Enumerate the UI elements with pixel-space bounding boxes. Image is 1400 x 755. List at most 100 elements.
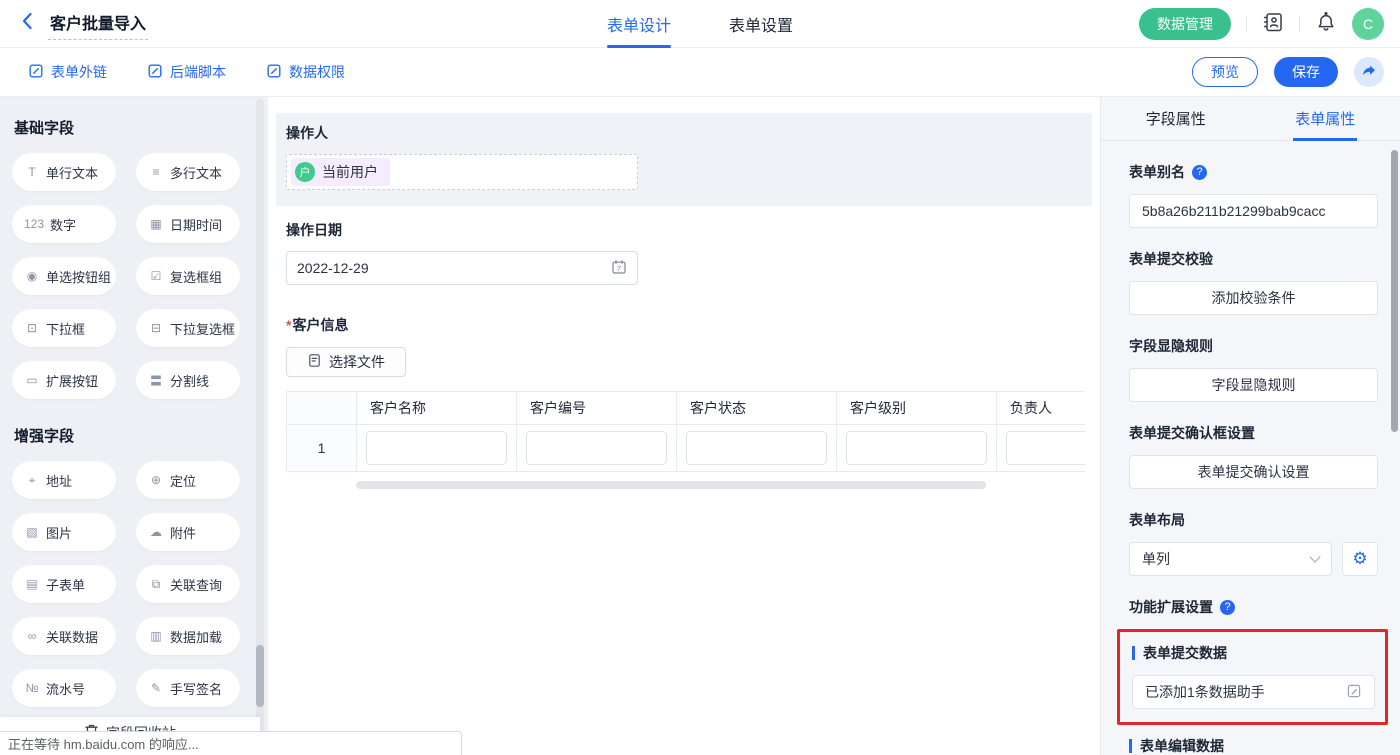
browser-status-tooltip: 正在等待 hm.baidu.com 的响应... xyxy=(0,731,462,755)
field-type-icon: ☑ xyxy=(148,269,164,283)
choose-file-button[interactable]: 选择文件 xyxy=(286,347,406,377)
field-type-button[interactable]: ◉ 单选按钮组 xyxy=(12,257,116,295)
submit-data-input[interactable]: 已添加1条数据助手 xyxy=(1132,675,1375,709)
sidebar-section-grid: ⌖ 地址 ⊕ 定位 ▧ xyxy=(0,461,268,713)
toolbar-link[interactable]: 表单外链 xyxy=(28,62,107,82)
table-horizontal-scrollbar[interactable] xyxy=(356,481,986,489)
sidebar-sections: 基础字段 T 单行文本 ≡ 多行文本 xyxy=(0,117,268,755)
field-type-label: 日期时间 xyxy=(170,215,222,234)
extension-label-row: 功能扩展设置 xyxy=(1129,597,1378,617)
top-header: 客户批量导入 表单设计 表单设置 数据管理 xyxy=(0,0,1400,48)
help-icon[interactable] xyxy=(1192,165,1207,180)
save-button[interactable]: 保存 xyxy=(1274,57,1338,87)
field-type-icon: T xyxy=(24,165,40,179)
main-area: 基础字段 T 单行文本 ≡ 多行文本 xyxy=(0,97,1400,755)
divider xyxy=(1246,16,1247,32)
alias-label: 表单别名 xyxy=(1129,162,1185,182)
date-input[interactable]: 2022-12-29 7 xyxy=(286,251,638,285)
toolbar-link-icon xyxy=(266,63,282,82)
field-type-button[interactable]: T 单行文本 xyxy=(12,153,116,191)
notification-button[interactable] xyxy=(1315,11,1337,36)
field-type-button[interactable]: 〓 分割线 xyxy=(136,361,240,399)
contact-book-button[interactable] xyxy=(1262,11,1284,36)
panel-tab[interactable]: 字段属性 xyxy=(1101,97,1251,140)
sidebar-section: 增强字段 ⌖ 地址 ⊕ 定位 xyxy=(0,425,268,713)
field-type-button[interactable]: ⊡ 下拉框 xyxy=(12,309,116,347)
cell-text-input[interactable] xyxy=(686,431,827,465)
panel-tab[interactable]: 表单属性 xyxy=(1251,97,1400,140)
field-type-button[interactable]: ☁ 附件 xyxy=(136,513,240,551)
main-tab[interactable]: 表单设计 xyxy=(607,0,671,48)
field-type-button[interactable]: ▭ 扩展按钮 xyxy=(12,361,116,399)
cell-text-input[interactable] xyxy=(846,431,987,465)
field-op-date[interactable]: 操作日期 2022-12-29 7 xyxy=(276,210,1092,301)
data-cell xyxy=(357,425,517,472)
field-type-icon: ⊡ xyxy=(24,321,40,335)
field-type-button[interactable]: ⌖ 地址 xyxy=(12,461,116,499)
bell-icon xyxy=(1315,11,1337,36)
field-type-icon: ∞ xyxy=(24,629,40,643)
field-type-icon: ▦ xyxy=(148,217,164,231)
submit-confirm-button[interactable]: 表单提交确认设置 xyxy=(1129,455,1378,489)
preview-button[interactable]: 预览 xyxy=(1192,57,1258,87)
field-type-icon: ◉ xyxy=(24,269,40,283)
toolbar-link-label: 后端脚本 xyxy=(170,62,226,82)
field-type-icon: ⊕ xyxy=(148,473,164,487)
field-operator[interactable]: 操作人 户 当前用户 xyxy=(276,113,1092,206)
panel-scrollbar-thumb[interactable] xyxy=(1391,150,1398,432)
sidebar-section-title: 基础字段 xyxy=(14,117,268,138)
field-type-icon: № xyxy=(24,681,40,695)
edit-data-label: 表单编辑数据 xyxy=(1140,736,1224,755)
field-operator-value-box[interactable]: 户 当前用户 xyxy=(286,154,638,190)
toolbar-link[interactable]: 后端脚本 xyxy=(147,62,226,82)
subform-header-row: 客户名称 客户编号 客户状态 客户级别 负责人 xyxy=(287,392,1085,425)
field-type-button[interactable]: ⧉ 关联查询 xyxy=(136,565,240,603)
field-type-label: 数字 xyxy=(50,215,76,234)
field-type-button[interactable]: ∞ 关联数据 xyxy=(12,617,116,655)
field-type-button[interactable]: ▦ 日期时间 xyxy=(136,205,240,243)
svg-text:7: 7 xyxy=(617,264,621,273)
cell-text-input[interactable] xyxy=(526,431,667,465)
field-type-button[interactable]: ▤ 子表单 xyxy=(12,565,116,603)
field-type-button[interactable]: 123 数字 xyxy=(12,205,116,243)
edit-icon[interactable] xyxy=(1346,683,1362,702)
field-type-button[interactable]: ✎ 手写签名 xyxy=(136,669,240,707)
cell-text-input[interactable] xyxy=(366,431,507,465)
field-type-label: 单行文本 xyxy=(46,163,98,182)
user-avatar[interactable]: C xyxy=(1352,8,1384,40)
field-customer-info[interactable]: *客户信息 选择文件 xyxy=(276,305,1092,505)
page-title[interactable]: 客户批量导入 xyxy=(48,8,148,40)
data-manage-button[interactable]: 数据管理 xyxy=(1139,8,1231,40)
alias-input[interactable]: 5b8a26b211b21299bab9cacc xyxy=(1129,194,1378,228)
toolbar-link[interactable]: 数据权限 xyxy=(266,62,345,82)
share-button[interactable] xyxy=(1354,57,1384,87)
required-mark: * xyxy=(286,317,291,333)
add-validation-button[interactable]: 添加校验条件 xyxy=(1129,281,1378,315)
contact-book-icon xyxy=(1262,11,1284,36)
visibility-rules-button[interactable]: 字段显隐规则 xyxy=(1129,368,1378,402)
field-type-button[interactable]: ☑ 复选框组 xyxy=(136,257,240,295)
layout-settings-button[interactable]: ⚙ xyxy=(1342,542,1378,576)
subform-table-wrap: 客户名称 客户编号 客户状态 客户级别 负责人 xyxy=(286,391,1085,472)
field-type-button[interactable]: ⊕ 定位 xyxy=(136,461,240,499)
main-tab[interactable]: 表单设置 xyxy=(729,0,793,48)
field-type-button[interactable]: ≡ 多行文本 xyxy=(136,153,240,191)
cell-text-input[interactable] xyxy=(1006,431,1085,465)
column-header-cell: 客户名称 xyxy=(357,392,517,425)
field-type-button[interactable]: ▧ 图片 xyxy=(12,513,116,551)
field-type-label: 扩展按钮 xyxy=(46,371,98,390)
field-operator-label: 操作人 xyxy=(286,123,1082,143)
field-type-button[interactable]: ⊟ 下拉复选框 xyxy=(136,309,240,347)
help-icon[interactable] xyxy=(1220,600,1235,615)
field-type-label: 地址 xyxy=(46,471,72,490)
field-sidebar: 基础字段 T 单行文本 ≡ 多行文本 xyxy=(0,97,268,755)
divider xyxy=(1299,16,1300,32)
back-button[interactable] xyxy=(18,11,38,36)
sidebar-scrollbar-thumb[interactable] xyxy=(256,645,264,707)
field-type-button[interactable]: ▥ 数据加载 xyxy=(136,617,240,655)
alias-label-row: 表单别名 xyxy=(1129,162,1378,182)
field-type-button[interactable]: № 流水号 xyxy=(12,669,116,707)
field-type-icon: ≡ xyxy=(148,165,164,179)
date-value: 2022-12-29 xyxy=(297,260,369,276)
layout-select[interactable]: 单列 xyxy=(1129,542,1332,576)
